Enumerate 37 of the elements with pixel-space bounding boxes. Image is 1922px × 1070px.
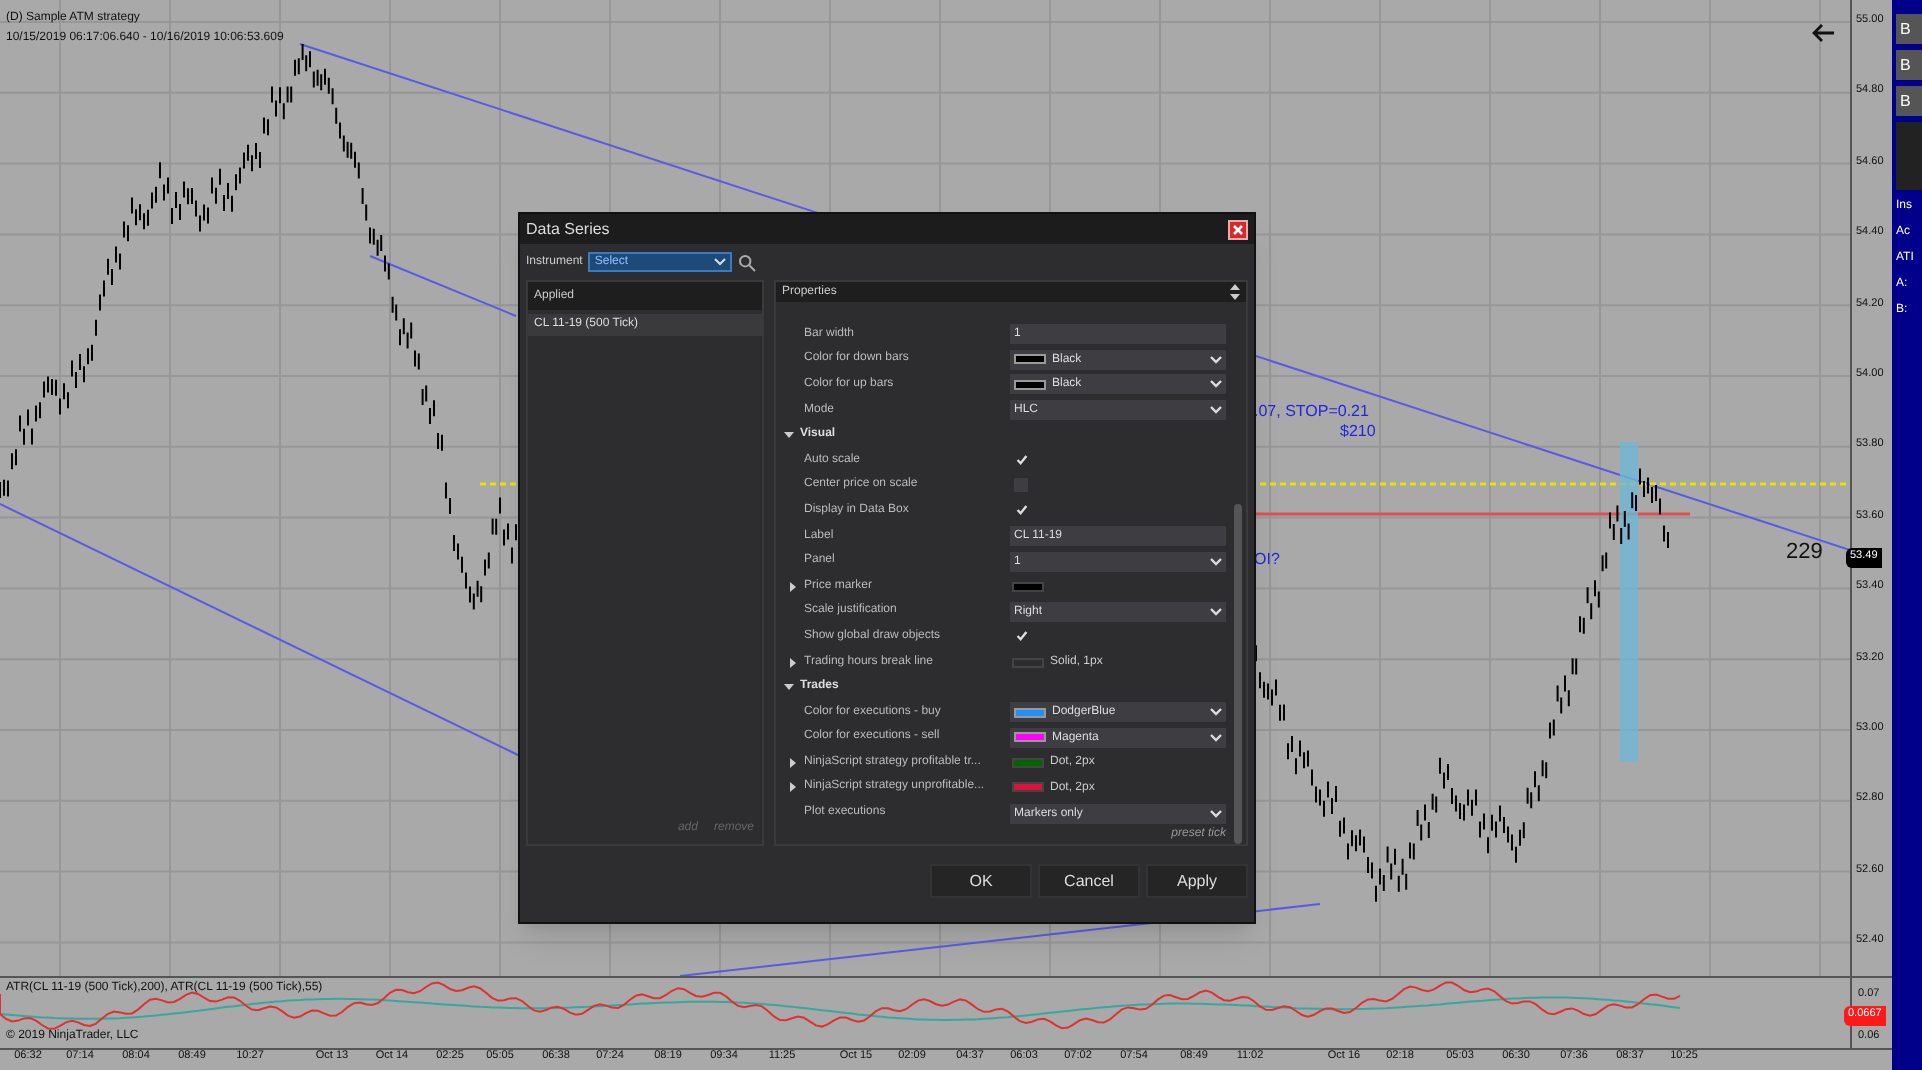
- scrollbar-thumb[interactable]: [1234, 503, 1242, 844]
- chevron-icon: [1210, 355, 1222, 364]
- collapse-triangle-icon[interactable]: [784, 682, 794, 693]
- checkbox[interactable]: [1014, 453, 1028, 468]
- close-icon: [1232, 223, 1244, 235]
- close-button[interactable]: [1228, 219, 1248, 239]
- side-button[interactable]: B: [1896, 50, 1922, 80]
- scroll-arrows-icon[interactable]: [1230, 282, 1240, 302]
- chevron-icon: [1210, 557, 1222, 566]
- dialog-button[interactable]: Apply: [1146, 864, 1248, 898]
- expand-triangle-icon[interactable]: [788, 581, 798, 592]
- expand-triangle-icon[interactable]: [788, 757, 798, 768]
- chevron-icon: [1210, 733, 1222, 742]
- expand-triangle-icon[interactable]: [788, 657, 798, 668]
- chevron-icon: [1210, 406, 1222, 415]
- chart-annotation: .07, STOP=0.21: [1254, 404, 1369, 420]
- chevron-icon: [714, 258, 727, 266]
- chevron-icon: [1210, 708, 1222, 717]
- chevron-icon: [1210, 380, 1222, 389]
- collapse-triangle-icon[interactable]: [784, 430, 794, 441]
- side-button[interactable]: B: [1896, 86, 1922, 116]
- search-icon[interactable]: [738, 253, 757, 271]
- dialog-button[interactable]: Cancel: [1038, 864, 1140, 898]
- checkbox[interactable]: [1014, 503, 1028, 518]
- dialog-button[interactable]: OK: [930, 864, 1032, 898]
- chart-annotation: 229: [1786, 542, 1823, 564]
- expand-triangle-icon[interactable]: [788, 782, 798, 793]
- dialog-title: Data Series: [526, 217, 610, 241]
- line-swatch[interactable]: [1012, 581, 1044, 592]
- back-arrow-icon[interactable]: [1810, 22, 1836, 44]
- checkbox[interactable]: [1014, 629, 1028, 644]
- chart-annotation: $210: [1340, 424, 1376, 440]
- chevron-icon: [1210, 607, 1222, 616]
- side-button[interactable]: B: [1896, 14, 1922, 44]
- line-swatch[interactable]: [1012, 757, 1044, 768]
- line-swatch[interactable]: [1012, 782, 1044, 793]
- chevron-icon: [1210, 809, 1222, 818]
